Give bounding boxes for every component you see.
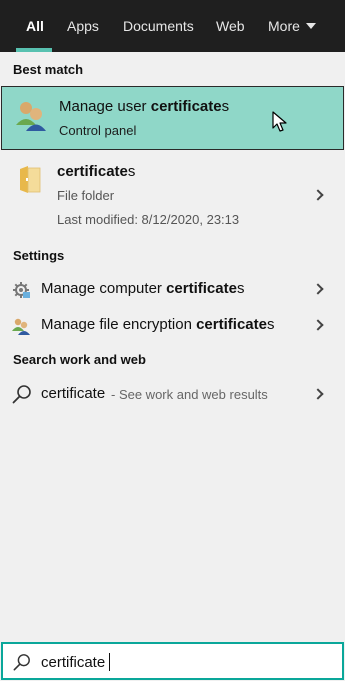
tab-documents[interactable]: Documents bbox=[123, 0, 194, 52]
tab-more[interactable]: More bbox=[268, 0, 300, 52]
search-web-hint: - See work and web results bbox=[111, 387, 268, 402]
settings-item-manage-computer-certificates[interactable]: Manage computer certificates bbox=[0, 271, 345, 307]
users-icon bbox=[16, 102, 46, 131]
settings-heading: Settings bbox=[13, 248, 65, 263]
settings-item-label: Manage file encryption certificates bbox=[41, 316, 275, 333]
chevron-right-icon[interactable] bbox=[312, 319, 324, 331]
best-match-subtitle: Control panel bbox=[59, 123, 137, 138]
chevron-right-icon[interactable] bbox=[312, 388, 324, 400]
search-web-suggestion[interactable]: certificate - See work and web results bbox=[0, 376, 345, 412]
mouse-pointer-icon bbox=[272, 111, 287, 132]
chevron-right-icon[interactable] bbox=[312, 189, 324, 201]
folder-icon bbox=[20, 166, 41, 193]
search-icon bbox=[13, 654, 30, 671]
best-match-result[interactable]: Manage user certificates Control panel bbox=[1, 86, 344, 150]
best-match-title: Manage user certificates bbox=[59, 98, 230, 115]
tab-web[interactable]: Web bbox=[216, 0, 245, 52]
search-work-and-web-heading: Search work and web bbox=[13, 352, 146, 367]
text-caret bbox=[109, 653, 110, 671]
caret-down-icon[interactable] bbox=[306, 23, 316, 29]
search-filter-tabs: All Apps Documents Web More bbox=[0, 0, 345, 52]
active-tab-indicator bbox=[16, 48, 52, 52]
tab-all[interactable]: All bbox=[26, 0, 44, 52]
folder-last-modified: Last modified: 8/12/2020, 23:13 bbox=[57, 212, 240, 227]
tab-apps[interactable]: Apps bbox=[67, 0, 99, 52]
search-box[interactable] bbox=[1, 642, 344, 680]
settings-item-label: Manage computer certificates bbox=[41, 280, 245, 297]
search-icon bbox=[12, 385, 31, 404]
cert-settings-icon bbox=[13, 282, 30, 298]
folder-result[interactable]: certificates File folder Last modified: … bbox=[0, 151, 345, 235]
search-input[interactable] bbox=[41, 652, 331, 672]
best-match-heading: Best match bbox=[13, 62, 84, 77]
users-key-icon bbox=[12, 318, 30, 335]
folder-title: certificates bbox=[57, 163, 136, 180]
folder-type: File folder bbox=[57, 188, 115, 203]
search-web-term: certificate bbox=[41, 385, 106, 402]
settings-item-manage-file-encryption-certificates[interactable]: Manage file encryption certificates bbox=[0, 307, 345, 343]
chevron-right-icon[interactable] bbox=[312, 283, 324, 295]
